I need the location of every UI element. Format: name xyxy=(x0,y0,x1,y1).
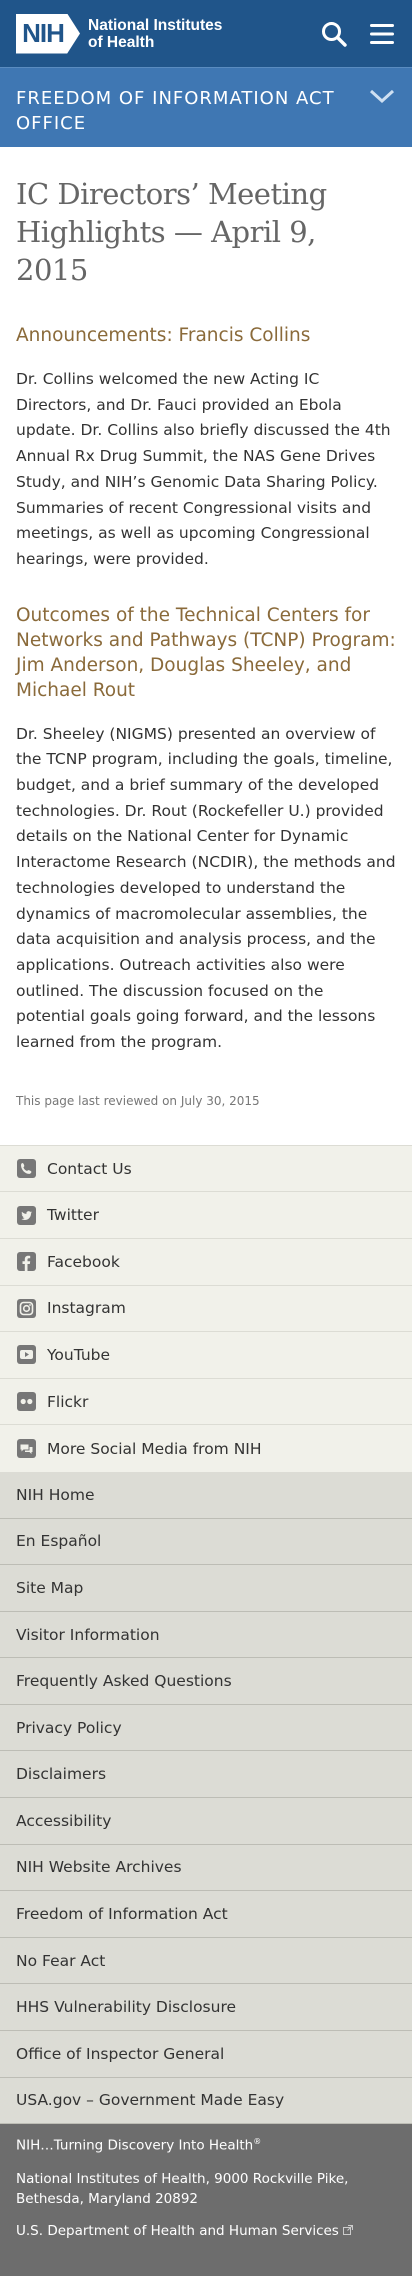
social-label: Twitter xyxy=(47,1206,99,1225)
flickr-icon xyxy=(16,1392,36,1412)
social-label: Flickr xyxy=(47,1392,89,1411)
hamburger-menu-icon[interactable] xyxy=(368,20,396,48)
footer-link-privacy-policy[interactable]: Privacy Policy xyxy=(0,1705,412,1752)
footer-link-usa-gov[interactable]: USA.gov – Government Made Easy xyxy=(0,2078,412,2125)
site-header: NIH National Institutes of Health Freedo… xyxy=(0,0,412,147)
footer-link-website-archives[interactable]: NIH Website Archives xyxy=(0,1845,412,1892)
footer-links: NIH Home En Español Site Map Visitor Inf… xyxy=(0,1471,412,2125)
section-heading-announcements: Announcements: Francis Collins xyxy=(16,325,311,346)
chevron-down-icon[interactable] xyxy=(368,88,396,110)
nih-tagline: NIH…Turning Discovery Into Health® xyxy=(16,2137,396,2154)
section-body-tcnp: Dr. Sheeley (NIGMS) presented an overvie… xyxy=(16,724,396,1052)
site-footer: Contact Us Twitter Facebook Instagram Yo… xyxy=(0,1144,412,2276)
footer-link-foia[interactable]: Freedom of Information Act xyxy=(0,1891,412,1938)
external-link-icon xyxy=(339,2223,353,2239)
logo-line-1: National Institutes xyxy=(88,16,223,34)
youtube-icon xyxy=(16,1345,36,1365)
page-title: IC Directors’ Meeting Highlights — April… xyxy=(16,177,327,287)
nih-logo[interactable]: NIH National Institutes of Health xyxy=(16,13,222,54)
section-body-announcements: Dr. Collins welcomed the new Acting IC D… xyxy=(16,370,391,568)
social-media-icon xyxy=(16,1439,36,1459)
logo-mark: NIH xyxy=(16,13,80,54)
social-links: Contact Us Twitter Facebook Instagram Yo… xyxy=(0,1144,412,1472)
logo-text: National Institutes of Health xyxy=(88,17,222,51)
footer-link-nih-home[interactable]: NIH Home xyxy=(0,1472,412,1519)
section-heading-tcnp: Outcomes of the Technical Centers for Ne… xyxy=(16,604,396,701)
social-item-flickr[interactable]: Flickr xyxy=(0,1379,412,1426)
footer-link-accessibility[interactable]: Accessibility xyxy=(0,1798,412,1845)
header-actions xyxy=(320,20,396,48)
social-label: Instagram xyxy=(47,1299,126,1318)
social-item-contact-us[interactable]: Contact Us xyxy=(0,1146,412,1193)
footer-link-no-fear-act[interactable]: No Fear Act xyxy=(0,1938,412,1985)
search-icon[interactable] xyxy=(320,20,348,48)
top-bar: NIH National Institutes of Health xyxy=(0,0,412,67)
section-banner[interactable]: Freedom of Information Act Office xyxy=(0,67,412,147)
social-item-twitter[interactable]: Twitter xyxy=(0,1192,412,1239)
social-item-more-social-media[interactable]: More Social Media from NIH xyxy=(0,1425,412,1472)
tagline-text: NIH…Turning Discovery Into Health xyxy=(16,2137,254,2154)
section-title: Freedom of Information Act Office xyxy=(16,88,335,134)
footer-link-en-espanol[interactable]: En Español xyxy=(0,1519,412,1566)
social-label: Contact Us xyxy=(47,1159,132,1178)
phone-icon xyxy=(16,1159,36,1179)
footer-link-vulnerability-disclosure[interactable]: HHS Vulnerability Disclosure xyxy=(0,1984,412,2032)
social-label: Facebook xyxy=(47,1252,120,1271)
registered-mark: ® xyxy=(253,2137,262,2147)
hhs-link-label: U.S. Department of Health and Human Serv… xyxy=(16,2222,339,2239)
hhs-link[interactable]: U.S. Department of Health and Human Serv… xyxy=(16,2223,396,2239)
footer-link-disclaimers[interactable]: Disclaimers xyxy=(0,1751,412,1799)
footer-link-faq[interactable]: Frequently Asked Questions xyxy=(0,1658,412,1705)
footer-link-inspector-general[interactable]: Office of Inspector General xyxy=(0,2031,412,2078)
instagram-icon xyxy=(16,1298,36,1318)
footer-link-site-map[interactable]: Site Map xyxy=(0,1565,412,1612)
social-item-facebook[interactable]: Facebook xyxy=(0,1239,412,1286)
footer-link-visitor-information[interactable]: Visitor Information xyxy=(0,1612,412,1659)
nih-address: National Institutes of Health, 9000 Rock… xyxy=(16,2170,349,2207)
twitter-icon xyxy=(16,1205,36,1225)
social-label: YouTube xyxy=(47,1345,111,1364)
footer-bottom: NIH…Turning Discovery Into Health® Natio… xyxy=(0,2124,412,2276)
logo-line-2: of Health xyxy=(88,33,155,51)
social-label: More Social Media from NIH xyxy=(47,1439,262,1458)
main-content: IC Directors’ Meeting Highlights — April… xyxy=(0,147,412,1108)
social-item-youtube[interactable]: YouTube xyxy=(0,1332,412,1379)
last-reviewed: This page last reviewed on July 30, 2015 xyxy=(16,1093,260,1108)
facebook-icon xyxy=(16,1252,36,1272)
social-item-instagram[interactable]: Instagram xyxy=(0,1286,412,1333)
